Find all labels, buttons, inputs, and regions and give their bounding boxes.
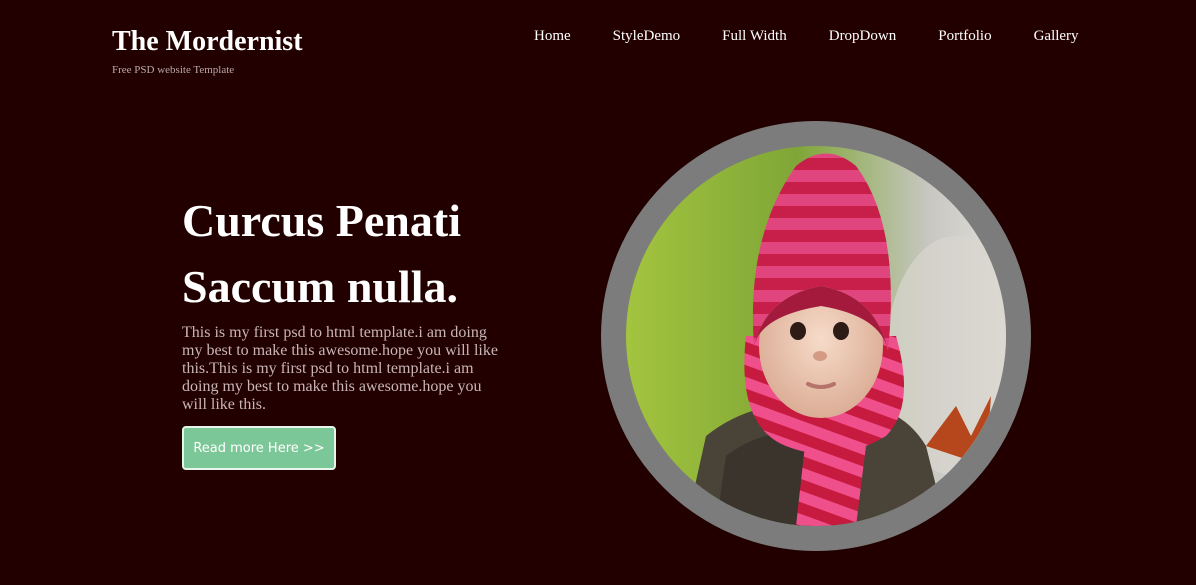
- read-more-button[interactable]: Read more Here >>: [182, 426, 336, 470]
- main-nav: Home StyleDemo Full Width DropDown Portf…: [534, 27, 1079, 45]
- hero-headline-line2: Saccum nulla.: [182, 261, 459, 312]
- nav-full-width[interactable]: Full Width: [722, 27, 787, 45]
- nav-dropdown[interactable]: DropDown: [829, 27, 897, 45]
- nav-portfolio[interactable]: Portfolio: [938, 27, 991, 45]
- site-tagline: Free PSD website Template: [112, 64, 235, 76]
- nav-gallery[interactable]: Gallery: [1034, 27, 1079, 45]
- hero-image-frame: [601, 121, 1031, 551]
- site-brand: The Mordernist Free PSD website Template: [112, 26, 303, 76]
- hero-headline-line1: Curcus Penati: [182, 195, 461, 246]
- nav-home[interactable]: Home: [534, 27, 571, 45]
- hero-description: This is my first psd to html template.i …: [182, 324, 498, 413]
- child-portrait-illustration: [626, 146, 1006, 526]
- nav-styledemo[interactable]: StyleDemo: [613, 27, 681, 45]
- hero-photo: [626, 146, 1006, 526]
- site-title[interactable]: The Mordernist: [112, 26, 303, 58]
- hero-headline: Curcus Penati Saccum nulla.: [182, 188, 522, 320]
